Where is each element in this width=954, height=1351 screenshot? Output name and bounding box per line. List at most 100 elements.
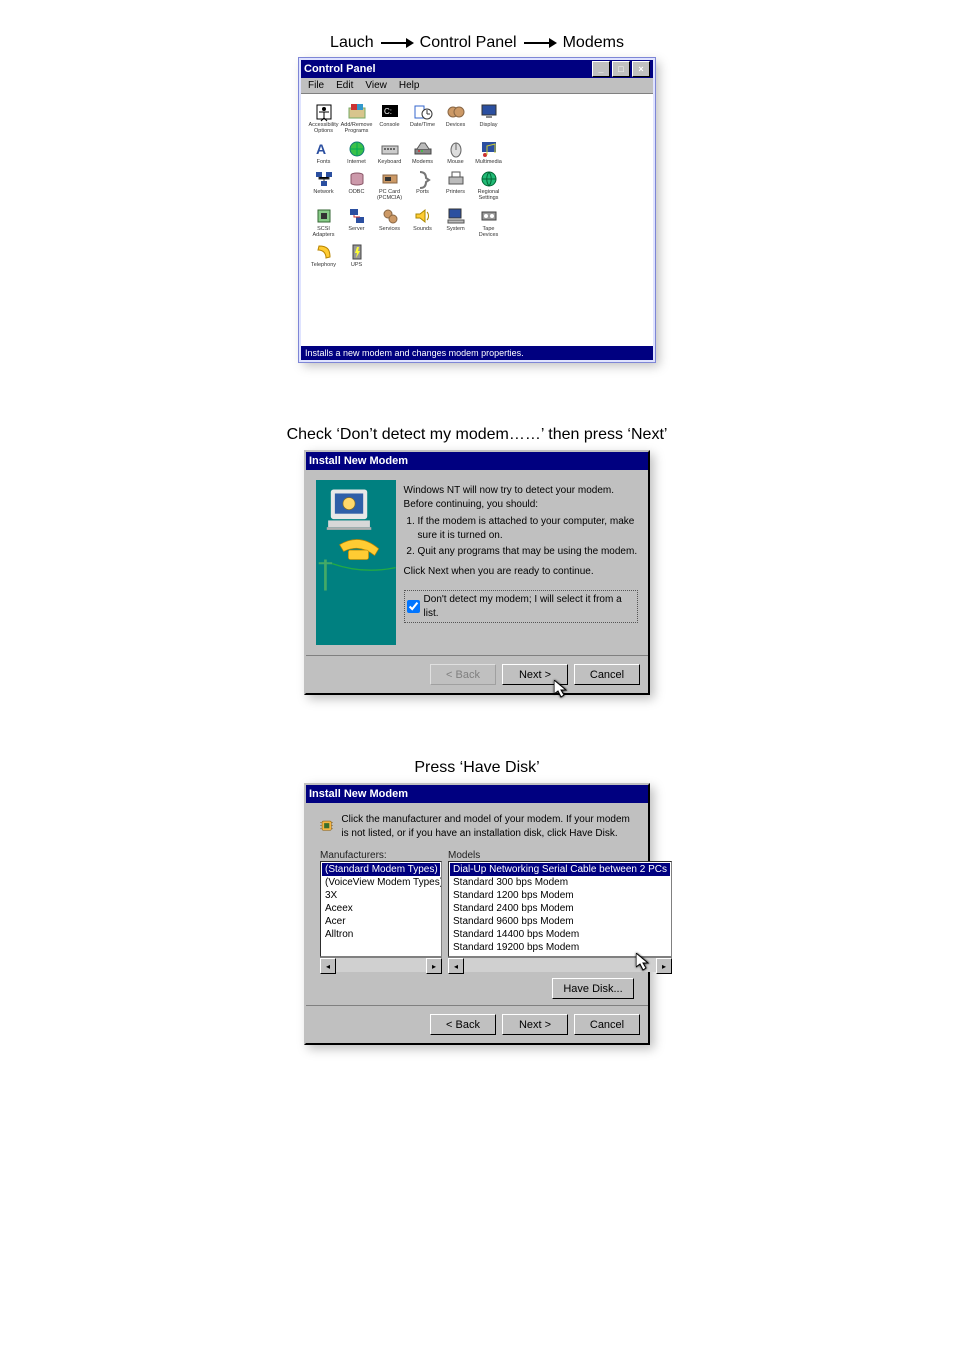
cp-item-label: Devices [446,123,466,129]
wizard-step-1: If the modem is attached to your compute… [418,515,638,542]
cp-item-regional-settings[interactable]: Regional Settings [472,169,505,202]
menu-edit[interactable]: Edit [333,78,356,93]
cp-item-ports[interactable]: Ports [406,169,439,202]
cp-item-scsi-adapters[interactable]: SCSI Adapters [307,206,340,239]
cp-item-multimedia[interactable]: Multimedia [472,139,505,166]
scroll-left-icon[interactable]: ◂ [320,958,336,974]
cp-item-printers[interactable]: Printers [439,169,472,202]
cp-item-display[interactable]: Display [472,102,505,135]
cp-item-label: PC Card (PCMCIA) [373,190,406,202]
model-item[interactable]: Standard 300 bps Modem [450,876,670,889]
cp-item-label: Network [313,190,333,196]
control-panel-client: Accessibility OptionsAdd/Remove Programs… [301,94,653,346]
cp-item-internet[interactable]: Internet [340,139,373,166]
cp-item-odbc[interactable]: ODBC [340,169,373,202]
pc-card-icon [380,169,400,189]
back-button: < Back [430,664,496,685]
manufacturer-item[interactable]: (VoiceView Modem Types) [322,876,440,889]
cp-item-label: ODBC [349,190,365,196]
scroll-left-icon[interactable]: ◂ [448,958,464,974]
cp-item-system[interactable]: System [439,206,472,239]
cp-item-server[interactable]: Server [340,206,373,239]
cancel-button[interactable]: Cancel [574,664,640,685]
maximize-icon[interactable]: □ [612,61,630,77]
install-new-modem-window-1: Install New Modem [304,450,650,695]
manufacturer-item[interactable]: (Standard Modem Types) [322,863,440,876]
figure1-caption-p1: Lauch [330,34,374,52]
titlebar[interactable]: Install New Modem [306,452,648,470]
cp-item-accessibility[interactable]: Accessibility Options [307,102,340,135]
manufacturer-item[interactable]: Acer [322,915,440,928]
dont-detect-checkbox-input[interactable] [407,600,420,613]
install-new-modem-window-2: Install New Modem Click the manufacturer… [304,783,650,1045]
wizard-ready-text: Click Next when you are ready to continu… [404,565,638,579]
fonts-icon: A [314,139,334,159]
cp-item-date-time[interactable]: Date/Time [406,102,439,135]
manufacturer-item[interactable]: 3X [322,889,440,902]
model-item[interactable]: Dial-Up Networking Serial Cable between … [450,863,670,876]
cp-item-modems[interactable]: Modems [406,139,439,166]
back-button[interactable]: < Back [430,1014,496,1035]
telephony-icon [314,242,334,262]
manufacturers-hscrollbar[interactable]: ◂ ▸ [320,957,442,972]
display-icon [479,102,499,122]
svg-text:A: A [316,141,326,157]
models-listbox[interactable]: Dial-Up Networking Serial Cable between … [448,861,672,957]
titlebar[interactable]: Install New Modem [306,785,648,803]
cp-item-sounds[interactable]: Sounds [406,206,439,239]
models-label: Models [448,850,480,861]
modems-icon [413,139,433,159]
cp-item-console[interactable]: C:Console [373,102,406,135]
arrow-icon [523,36,557,50]
model-item[interactable]: Standard 14400 bps Modem [450,928,670,941]
ups-icon [347,242,367,262]
cp-item-services[interactable]: Services [373,206,406,239]
cp-item-keyboard[interactable]: Keyboard [373,139,406,166]
services-icon [380,206,400,226]
menu-file[interactable]: File [305,78,327,93]
cp-item-telephony[interactable]: Telephony [307,242,340,269]
cp-item-label: Services [379,227,400,233]
scroll-right-icon[interactable]: ▸ [426,958,442,974]
cancel-button[interactable]: Cancel [574,1014,640,1035]
cp-item-tape-devices[interactable]: Tape Devices [472,206,505,239]
cp-item-label: Server [348,227,364,233]
cp-item-network[interactable]: Network [307,169,340,202]
cp-item-add-remove-programs[interactable]: Add/Remove Programs [340,102,373,135]
add-remove-programs-icon [347,102,367,122]
cp-item-mouse[interactable]: Mouse [439,139,472,166]
cp-item-devices[interactable]: Devices [439,102,472,135]
internet-icon [347,139,367,159]
model-item[interactable]: Standard 9600 bps Modem [450,915,670,928]
scroll-right-icon[interactable]: ▸ [656,958,672,974]
cp-item-label: SCSI Adapters [307,227,340,239]
minimize-icon[interactable]: _ [592,61,610,77]
model-item[interactable]: Standard 1200 bps Modem [450,889,670,902]
cp-item-ups[interactable]: UPS [340,242,373,269]
devices-icon [446,102,466,122]
close-icon[interactable]: × [632,61,650,77]
manufacturer-item[interactable]: Aceex [322,902,440,915]
have-disk-button[interactable]: Have Disk... [552,978,634,999]
dont-detect-checkbox[interactable]: Don't detect my modem; I will select it … [404,590,638,623]
menu-help[interactable]: Help [396,78,423,93]
figure1-caption: Lauch Control Panel Modems [330,34,624,52]
manufacturers-listbox[interactable]: (Standard Modem Types)(VoiceView Modem T… [320,861,442,957]
model-item[interactable]: Standard 2400 bps Modem [450,902,670,915]
manufacturer-item[interactable]: Alltron [322,928,440,941]
console-icon: C: [380,102,400,122]
window-title: Install New Modem [309,455,645,467]
network-icon [314,169,334,189]
titlebar[interactable]: Control Panel _ □ × [301,60,653,78]
cp-item-fonts[interactable]: A Fonts [307,139,340,166]
next-button[interactable]: Next > [502,1014,568,1035]
cp-item-label: Modems [412,160,433,166]
cp-item-label: Fonts [317,160,331,166]
menu-bar: File Edit View Help [301,78,653,94]
menu-view[interactable]: View [362,78,390,93]
cp-item-label: Keyboard [378,160,402,166]
dont-detect-checkbox-label: Don't detect my modem; I will select it … [424,593,635,620]
cp-item-pc-card[interactable]: PC Card (PCMCIA) [373,169,406,202]
scsi-adapters-icon [314,206,334,226]
cp-item-label: Internet [347,160,366,166]
